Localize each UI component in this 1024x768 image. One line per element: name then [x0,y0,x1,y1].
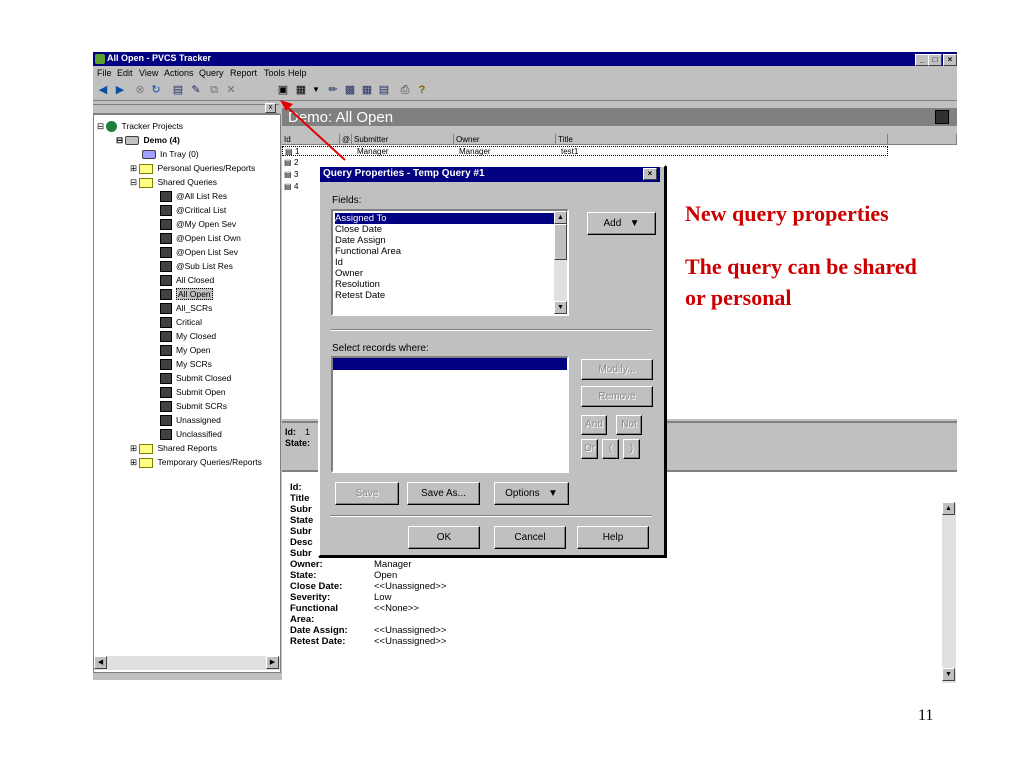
page-number: 11 [918,707,934,724]
annotation-new-query: New query properties [685,201,889,226]
annotation-arrow [280,100,346,161]
arrow-line [285,105,346,161]
annotation-shared-line2: or personal [685,285,792,310]
annotation-shared-line1: The query can be shared [685,254,917,279]
